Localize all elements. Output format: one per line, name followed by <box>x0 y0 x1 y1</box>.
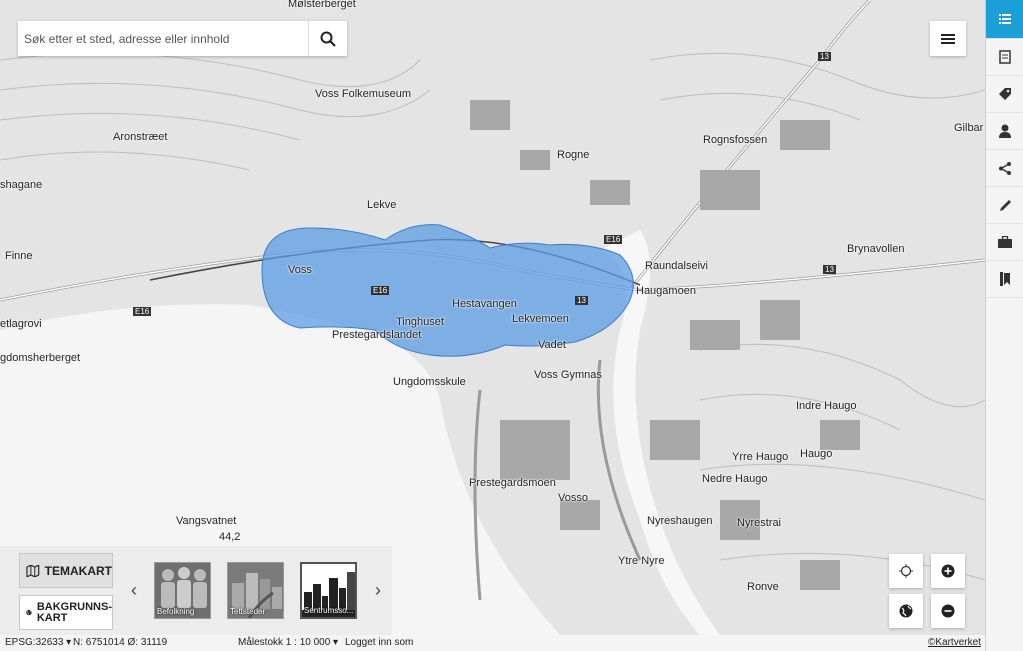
map-view[interactable]: Mølsterberget Voss Folkemuseum Aronstræe… <box>0 0 985 635</box>
road-label: 13 <box>818 52 831 61</box>
place-label: Lekve <box>367 199 397 211</box>
place-label: Rognsfossen <box>703 134 768 146</box>
plus-icon <box>941 564 955 578</box>
place-label: Voss Folkemuseum <box>315 88 411 100</box>
road-label: E16 <box>133 307 152 316</box>
place-label: gdomsherberget <box>0 352 81 364</box>
place-label: Vangsvatnet <box>176 515 237 527</box>
place-label: Vosso <box>558 492 588 504</box>
thumbnail-label: Tettsteder <box>230 607 266 616</box>
minus-icon <box>941 604 955 618</box>
coordinate-readout: N: 6751014 Ø: 31119 <box>73 637 168 648</box>
globe-icon <box>899 604 913 618</box>
toolbar-user-button[interactable] <box>986 113 1023 150</box>
place-label: Lekvemoen <box>512 313 569 325</box>
hamburger-icon <box>941 33 955 44</box>
place-label: Prestegardslandet <box>332 329 422 341</box>
place-label: Prestegardsmoen <box>469 477 556 489</box>
bakgrunnskart-button[interactable]: BAKGRUNNS- KART <box>19 595 113 630</box>
place-label: Raundalseivi <box>645 260 708 272</box>
carousel-next-button[interactable]: › <box>371 580 385 600</box>
carousel-prev-button[interactable]: ‹ <box>127 580 141 600</box>
map-icon <box>26 564 40 577</box>
place-label: Ytre Nyre <box>618 555 665 567</box>
temakart-button[interactable]: TEMAKART <box>19 553 113 588</box>
place-label: Haugamoen <box>636 285 696 297</box>
bakgrunnskart-label-line1: BAKGRUNNS- <box>36 600 112 613</box>
thumbnail-label: Sentrumsso... <box>304 606 354 615</box>
place-label: Aronstræet <box>113 131 168 143</box>
place-label: Finne <box>5 250 33 262</box>
place-label: Voss Gymnas <box>534 369 602 381</box>
tag-icon <box>999 88 1011 100</box>
toolbar-bookmark-button[interactable] <box>986 261 1023 298</box>
place-label: Indre Haugo <box>796 400 857 412</box>
theme-thumbnail-tettsteder[interactable]: Tettsteder <box>227 562 284 619</box>
menu-button[interactable] <box>930 21 966 56</box>
toolbar-document-button[interactable] <box>986 39 1023 76</box>
search-input[interactable] <box>18 21 308 56</box>
toolbar-tools-button[interactable] <box>986 224 1023 261</box>
globe-icon <box>26 609 32 616</box>
pencil-icon <box>999 199 1011 211</box>
scale-selector[interactable]: Målestokk 1 : 10 000 ▾ <box>238 637 338 648</box>
place-label: Tinghuset <box>396 316 444 328</box>
toolbar-layers-button[interactable] <box>986 0 1023 39</box>
place-label: Yrre Haugo <box>732 451 789 463</box>
epsg-selector[interactable]: EPSG:32633 ▾ <box>5 637 71 648</box>
place-label: Voss <box>288 264 312 276</box>
thumbnail-label: Befolkning <box>157 607 195 616</box>
road-label: E16 <box>604 235 623 244</box>
place-label: Nyreshaugen <box>647 515 713 527</box>
locate-button[interactable] <box>889 554 923 588</box>
road-label: 13 <box>823 265 836 274</box>
place-label: Gilbar <box>954 122 984 134</box>
place-label: shagane <box>0 179 43 191</box>
right-toolbar <box>985 0 1023 651</box>
login-status: Logget inn som <box>345 637 414 648</box>
road-label: E16 <box>371 286 390 295</box>
place-label: Mølsterberget <box>288 0 356 10</box>
share-icon <box>999 161 1011 175</box>
place-label: Nedre Haugo <box>702 473 768 485</box>
status-bar: EPSG:32633 ▾ N: 6751014 Ø: 31119 Målesto… <box>0 635 985 651</box>
place-label: 44,2 <box>219 531 241 543</box>
place-label: etlagrovi <box>0 318 42 330</box>
place-label: Nyrestrai <box>737 517 782 529</box>
copyright-link[interactable]: ©Kartverket <box>928 637 981 648</box>
place-label: Haugo <box>800 448 833 460</box>
zoom-out-button[interactable] <box>931 594 965 628</box>
map-canvas <box>0 0 985 635</box>
theme-thumbnail-sentrumssone[interactable]: Sentrumsso... <box>300 562 357 619</box>
user-icon <box>999 124 1011 138</box>
crosshair-icon <box>899 564 913 578</box>
zoom-in-button[interactable] <box>931 554 965 588</box>
place-label: Vadet <box>538 339 566 351</box>
document-icon <box>999 50 1011 64</box>
search-icon <box>320 31 336 47</box>
briefcase-icon <box>998 236 1012 248</box>
place-label: Hestavangen <box>452 298 517 310</box>
place-label: Ronve <box>747 581 779 593</box>
theme-thumbnail-befolkning[interactable]: Befolkning <box>154 562 211 619</box>
toolbar-draw-button[interactable] <box>986 187 1023 224</box>
bakgrunnskart-label-line2: KART <box>36 611 68 624</box>
place-label: Rogne <box>557 149 590 161</box>
bakgrunnskart-label: BAKGRUNNS- KART <box>36 600 112 624</box>
toolbar-tag-button[interactable] <box>986 76 1023 113</box>
road-label: 13 <box>575 296 588 305</box>
globe-view-button[interactable] <box>889 594 923 628</box>
place-label: Ungdomsskule <box>393 376 466 388</box>
place-label: Brynavollen <box>847 243 905 255</box>
bookmark-icon <box>1000 272 1010 286</box>
search-box <box>18 21 347 56</box>
list-icon <box>999 14 1011 24</box>
search-button[interactable] <box>308 21 347 56</box>
toolbar-share-button[interactable] <box>986 150 1023 187</box>
temakart-label: TEMAKART <box>44 563 112 578</box>
